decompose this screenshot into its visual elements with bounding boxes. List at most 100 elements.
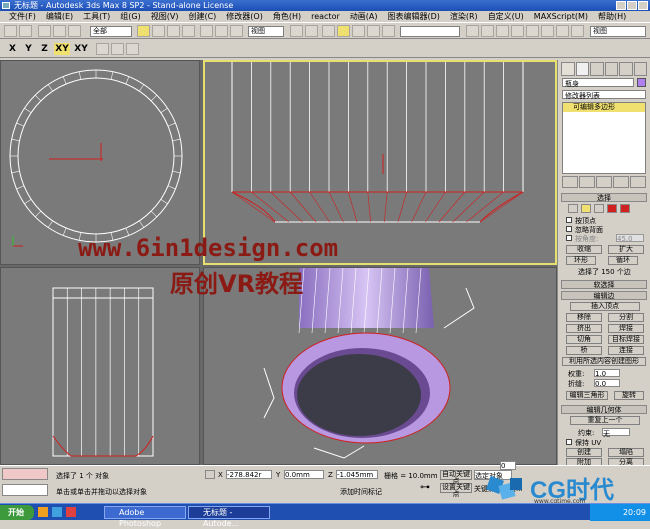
edit-edges-rollout[interactable]: 编辑边 xyxy=(561,291,647,300)
menu-group[interactable]: 组(G) xyxy=(115,11,145,22)
motion-tab-icon[interactable] xyxy=(604,62,618,76)
key-icon[interactable]: ⊶ xyxy=(420,482,432,493)
menu-views[interactable]: 视图(V) xyxy=(146,11,184,22)
snapshot-icon[interactable] xyxy=(111,43,124,55)
rotate-icon[interactable] xyxy=(215,25,228,37)
chamfer-button[interactable]: 切角 xyxy=(566,335,602,344)
select-by-name-icon[interactable] xyxy=(152,25,165,37)
polygon-mode-icon[interactable] xyxy=(607,204,617,213)
material-editor-icon[interactable] xyxy=(541,25,554,37)
percent-snap-icon[interactable] xyxy=(352,25,365,37)
mirror-icon[interactable] xyxy=(466,25,479,37)
stack-item-editable-poly[interactable]: 可编辑多边形 xyxy=(563,103,645,112)
move-icon[interactable] xyxy=(200,25,213,37)
grow-button[interactable]: 扩大 xyxy=(608,245,644,254)
object-color-swatch[interactable] xyxy=(637,78,646,87)
menu-create[interactable]: 创建(C) xyxy=(183,11,221,22)
element-mode-icon[interactable] xyxy=(620,204,630,213)
redo-icon[interactable] xyxy=(19,25,32,37)
crease-spinner[interactable]: 0.0 xyxy=(594,379,620,388)
edge-mode-icon[interactable] xyxy=(581,204,591,213)
frame-spinner[interactable]: 0 xyxy=(500,461,516,470)
modify-tab-icon[interactable] xyxy=(575,62,589,76)
unlink-icon[interactable] xyxy=(53,25,66,37)
soft-selection-rollout[interactable]: 软选择 xyxy=(561,280,647,289)
render-type-dropdown[interactable]: 视图 xyxy=(590,26,646,37)
pivot-center-icon[interactable] xyxy=(290,25,303,37)
loop-button[interactable]: 循环 xyxy=(608,256,638,265)
menu-character[interactable]: 角色(H) xyxy=(268,11,306,22)
ignore-backface-checkbox[interactable] xyxy=(566,226,572,232)
by-angle-checkbox[interactable] xyxy=(566,235,572,241)
maximize-button[interactable] xyxy=(627,1,637,10)
pin-stack-icon[interactable] xyxy=(562,176,578,188)
show-end-result-icon[interactable] xyxy=(579,176,595,188)
selection-rollout-header[interactable]: 选择 xyxy=(561,193,647,202)
close-button[interactable] xyxy=(638,1,648,10)
by-vertex-checkbox[interactable] xyxy=(566,217,572,223)
menu-rendering[interactable]: 渲染(R) xyxy=(445,11,483,22)
quicklaunch-ie-icon[interactable] xyxy=(38,507,48,517)
lock-selection-icon[interactable] xyxy=(205,470,215,479)
make-unique-icon[interactable] xyxy=(596,176,612,188)
angle-snap-icon[interactable] xyxy=(337,25,350,37)
edit-named-sel-icon[interactable] xyxy=(382,25,395,37)
link-icon[interactable] xyxy=(38,25,51,37)
named-selection-dropdown[interactable] xyxy=(400,26,460,37)
auto-key-button[interactable]: 自动关键点 xyxy=(440,470,472,485)
snap-3-icon[interactable] xyxy=(322,25,335,37)
menu-modifiers[interactable]: 修改器(O) xyxy=(221,11,268,22)
create-shape-button[interactable]: 利用所选内容创建图形 xyxy=(562,357,646,366)
menu-edit[interactable]: 编辑(E) xyxy=(41,11,78,22)
weight-spinner[interactable]: 1.0 xyxy=(594,369,620,378)
quicklaunch-desktop-icon[interactable] xyxy=(52,507,62,517)
preserve-uv-checkbox[interactable] xyxy=(566,439,572,445)
menu-help[interactable]: 帮助(H) xyxy=(593,11,631,22)
collapse-button[interactable]: 塌陷 xyxy=(608,448,644,457)
curve-editor-icon[interactable] xyxy=(511,25,524,37)
layer-manager-icon[interactable] xyxy=(496,25,509,37)
select-arrow-icon[interactable] xyxy=(137,25,150,37)
set-key-button[interactable]: 设置关键点 xyxy=(440,483,472,498)
remove-modifier-icon[interactable] xyxy=(613,176,629,188)
border-mode-icon[interactable] xyxy=(594,204,604,213)
menu-maxscript[interactable]: MAXScript(M) xyxy=(529,11,593,22)
start-button[interactable]: 开始 xyxy=(0,505,34,520)
bridge-button[interactable]: 桥 xyxy=(566,346,602,355)
menu-customize[interactable]: 自定义(U) xyxy=(483,11,529,22)
split-button[interactable]: 分割 xyxy=(608,313,644,322)
align-icon[interactable] xyxy=(481,25,494,37)
z-coord-field[interactable]: -1.045mm xyxy=(336,470,378,479)
configure-sets-icon[interactable] xyxy=(630,176,646,188)
angle-spinner[interactable]: 45.0 xyxy=(616,234,644,243)
modifier-list-dropdown[interactable]: 修改器列表 xyxy=(562,90,646,100)
create-tab-icon[interactable] xyxy=(561,62,575,76)
menu-reactor[interactable]: reactor xyxy=(306,11,345,22)
axis-z-button[interactable]: Z xyxy=(38,43,51,55)
object-name-field[interactable]: 瓶身 xyxy=(562,78,634,88)
window-crossing-icon[interactable] xyxy=(182,25,195,37)
task-3dsmax[interactable]: 无标题 - Autode... xyxy=(188,506,270,528)
vertex-mode-icon[interactable] xyxy=(568,204,578,213)
maxscript-listener[interactable] xyxy=(2,468,48,480)
render-scene-icon[interactable] xyxy=(556,25,569,37)
scale-icon[interactable] xyxy=(230,25,243,37)
display-tab-icon[interactable] xyxy=(619,62,633,76)
shrink-button[interactable]: 收缩 xyxy=(566,245,602,254)
axis-xy-flyout-button[interactable]: XY xyxy=(73,43,89,55)
selection-filter-dropdown[interactable]: 全部 xyxy=(90,26,132,37)
bind-spacewarp-icon[interactable] xyxy=(68,25,81,37)
menu-file[interactable]: 文件(F) xyxy=(4,11,41,22)
insert-vertex-button[interactable]: 插入顶点 xyxy=(570,302,640,311)
edit-triangulation-button[interactable]: 编辑三角形 xyxy=(566,391,608,400)
minimize-button[interactable] xyxy=(616,1,626,10)
target-weld-button[interactable]: 目标焊接 xyxy=(608,335,644,344)
edit-geometry-rollout[interactable]: 编辑几何体 xyxy=(561,405,647,414)
select-region-icon[interactable] xyxy=(167,25,180,37)
menu-graph-editors[interactable]: 图表编辑器(D) xyxy=(382,11,444,22)
y-coord-field[interactable]: 0.0mm xyxy=(284,470,324,479)
quicklaunch-media-icon[interactable] xyxy=(66,507,76,517)
array-icon[interactable] xyxy=(96,43,109,55)
ref-coord-dropdown[interactable]: 视图 xyxy=(248,26,284,37)
spacing-tool-icon[interactable] xyxy=(126,43,139,55)
